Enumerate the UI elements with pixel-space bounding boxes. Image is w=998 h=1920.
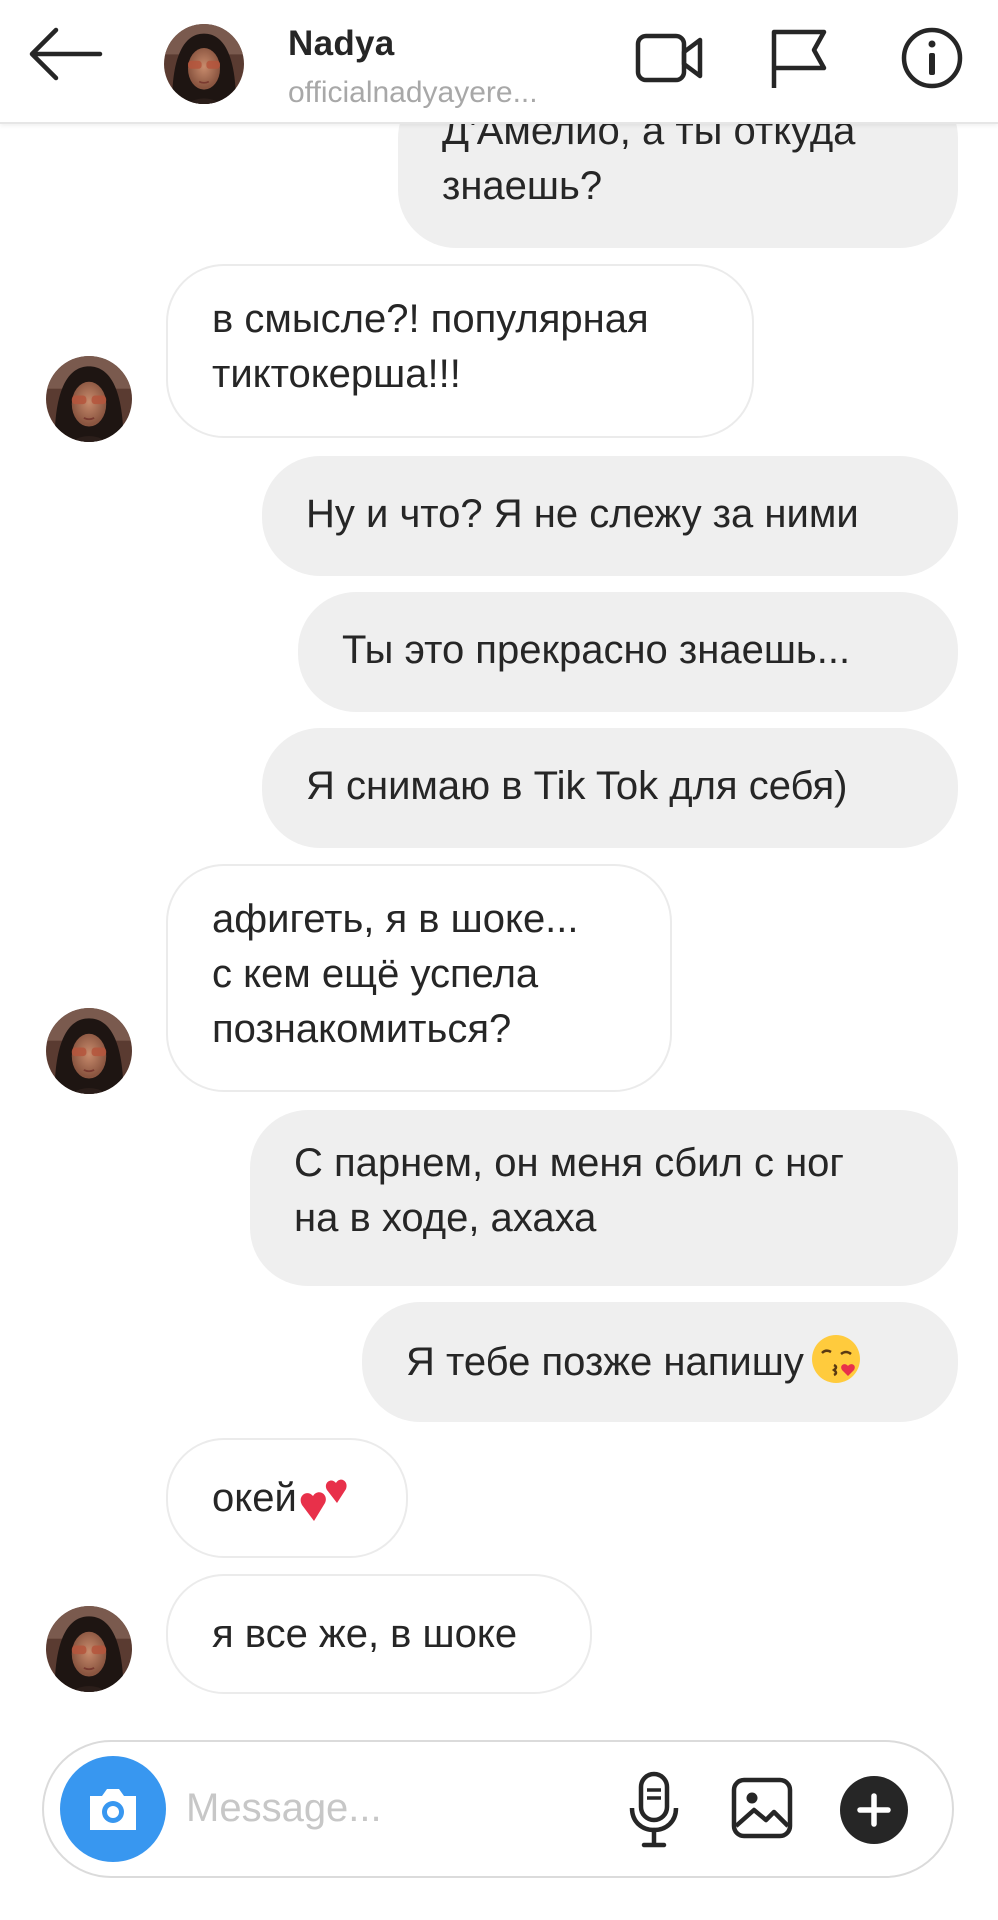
message-bubble-outgoing[interactable]: Я снимаю в Tik Tok для себя)	[262, 728, 958, 848]
info-icon[interactable]	[898, 26, 968, 90]
message-text: Я тебе позже напишу	[406, 1340, 804, 1384]
plus-icon[interactable]	[840, 1776, 908, 1844]
message-bubble-incoming[interactable]: я все же, в шоке	[166, 1574, 592, 1694]
contact-username[interactable]: officialnadyayere...	[288, 76, 538, 110]
message-bubble-outgoing[interactable]: Ну и что? Я не слежу за ними	[262, 456, 958, 576]
message-bubble-outgoing[interactable]: С парнем, он меня сбил с ног на в ходе, …	[250, 1110, 958, 1286]
message-bubble-incoming[interactable]: в смысле?! популярная тиктокерша!!!	[166, 264, 754, 438]
face-blowing-kiss-emoji	[811, 1335, 860, 1383]
flag-icon[interactable]	[764, 26, 834, 90]
avatar[interactable]	[164, 24, 244, 104]
message-composer	[42, 1740, 954, 1878]
avatar[interactable]	[46, 356, 132, 442]
message-bubble-outgoing[interactable]: Я тебе позже напишу	[362, 1302, 958, 1422]
video-camera-icon[interactable]	[634, 26, 704, 90]
avatar[interactable]	[46, 1008, 132, 1094]
image-icon[interactable]	[730, 1776, 794, 1840]
message-thread[interactable]: Д'Амелио, а ты откуда знаешь? в смысле?!…	[0, 0, 998, 1730]
message-text: окей	[212, 1476, 297, 1520]
microphone-icon[interactable]	[626, 1770, 682, 1850]
arrow-left-icon[interactable]	[28, 24, 104, 84]
chat-header: Nadya officialnadyayere...	[0, 0, 998, 124]
message-bubble-incoming[interactable]: афигеть, я в шоке... с кем ещё успела по…	[166, 864, 672, 1092]
contact-name[interactable]: Nadya	[288, 24, 395, 64]
camera-icon[interactable]	[60, 1756, 166, 1862]
two-hearts-emoji	[300, 1479, 347, 1521]
avatar[interactable]	[46, 1606, 132, 1692]
message-bubble-outgoing[interactable]: Ты это прекрасно знаешь...	[298, 592, 958, 712]
message-input[interactable]	[186, 1776, 606, 1840]
message-bubble-incoming[interactable]: окей	[166, 1438, 408, 1558]
